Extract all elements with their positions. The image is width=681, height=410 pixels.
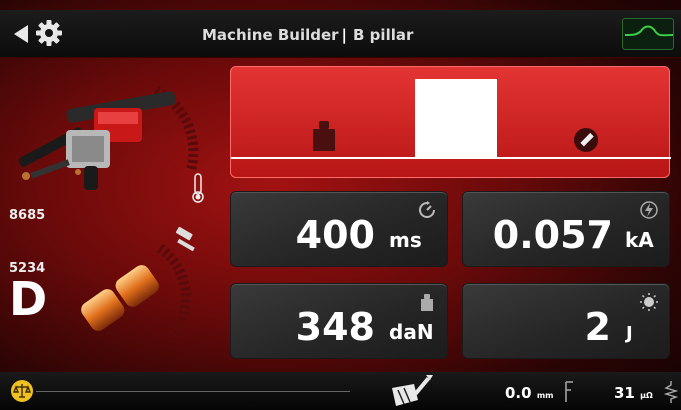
weld-energy-unit: J bbox=[626, 323, 633, 344]
title-right: B pillar bbox=[353, 26, 414, 44]
weight-icon[interactable] bbox=[311, 119, 337, 153]
mode-divider bbox=[231, 157, 671, 159]
weld-force-value: 348 bbox=[295, 305, 375, 349]
electrode-caps-image bbox=[81, 243, 191, 342]
thermometer-icon bbox=[192, 173, 204, 203]
resistance-unit: µΩ bbox=[640, 391, 653, 400]
welding-screen: Machine Builder | B pillar 8685 5234 D 4… bbox=[0, 0, 681, 410]
weld-force-tile[interactable]: 348 daN bbox=[230, 283, 448, 359]
tip-dresser-icon[interactable] bbox=[386, 374, 438, 408]
pencil-icon[interactable] bbox=[573, 127, 599, 153]
resistance-icon bbox=[664, 381, 678, 403]
title-left: Machine Builder bbox=[202, 26, 339, 44]
class-letter: D bbox=[9, 272, 48, 326]
sun-icon bbox=[640, 293, 658, 311]
timer-icon bbox=[419, 201, 435, 218]
weld-current-unit: kA bbox=[625, 228, 654, 252]
back-arrow-icon[interactable] bbox=[14, 25, 28, 43]
weld-time-unit: ms bbox=[389, 228, 422, 252]
progress-line bbox=[36, 391, 350, 392]
electrode-length-icon bbox=[565, 381, 573, 402]
page-title: Machine Builder | B pillar bbox=[202, 26, 413, 44]
title-separator: | bbox=[341, 26, 348, 44]
mode-panel bbox=[230, 66, 671, 178]
code-top: 8685 bbox=[9, 208, 46, 223]
weld-time-value: 400 bbox=[295, 213, 375, 257]
weld-current-value: 0.057 bbox=[492, 213, 613, 257]
waveform-icon bbox=[624, 25, 674, 37]
waveform-button[interactable] bbox=[622, 18, 674, 50]
weight-small-icon bbox=[421, 294, 433, 311]
lightning-icon bbox=[640, 201, 658, 219]
balance-scale-icon[interactable] bbox=[10, 379, 34, 403]
distance-unit: mm bbox=[536, 391, 554, 400]
resistance-readout: 31 µΩ bbox=[614, 384, 653, 402]
distance-readout: 0.0 mm bbox=[505, 384, 553, 402]
weld-energy-tile[interactable]: 2 J bbox=[462, 283, 670, 359]
gear-icon[interactable] bbox=[34, 18, 64, 48]
weld-current-tile[interactable]: 0.057 kA bbox=[462, 191, 670, 267]
selected-mode-box[interactable] bbox=[415, 79, 497, 159]
weld-gun-image bbox=[18, 85, 199, 190]
resistance-value: 31 bbox=[614, 384, 635, 402]
weld-force-unit: daN bbox=[389, 320, 434, 344]
top-bar: Machine Builder | B pillar bbox=[0, 10, 681, 58]
weld-time-tile[interactable]: 400 ms bbox=[230, 191, 448, 267]
bottom-status-bar: 0.0 mm 31 µΩ bbox=[0, 372, 681, 410]
weld-energy-value: 2 bbox=[584, 305, 611, 349]
distance-value: 0.0 bbox=[505, 384, 532, 402]
